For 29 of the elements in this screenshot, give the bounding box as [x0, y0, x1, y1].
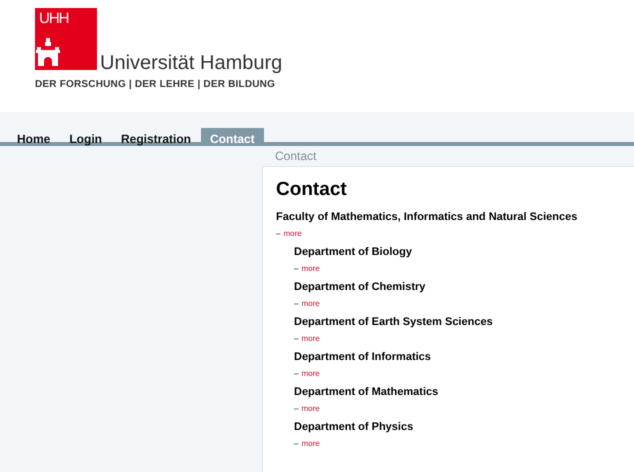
logo-text: UHH — [39, 10, 68, 27]
tagline: DER FORSCHUNG | DER LEHRE | DER BILDUNG — [35, 79, 276, 90]
castle-icon — [35, 38, 61, 66]
dash: – — [294, 404, 298, 413]
more-link[interactable]: more — [301, 334, 320, 343]
more-link[interactable]: more — [301, 439, 320, 448]
university-name: Universität Hamburg — [100, 52, 282, 75]
dash: – — [294, 369, 298, 378]
faculty-title: Faculty of Mathematics, Informatics and Natural Sciences — [276, 211, 578, 223]
department-title: Department of Physics — [294, 421, 414, 433]
more-link[interactable]: more — [283, 229, 302, 238]
breadcrumb[interactable]: Contact — [262, 146, 634, 166]
dash: – — [294, 334, 298, 343]
nav-tab[interactable]: Contact — [201, 128, 264, 142]
dash: – — [276, 229, 280, 238]
department-title: Department of Chemistry — [294, 281, 426, 293]
dash: – — [294, 439, 298, 448]
dash: – — [294, 299, 298, 308]
page-heading: Contact — [276, 179, 348, 201]
more-link[interactable]: more — [301, 404, 320, 413]
more-link[interactable]: more — [301, 264, 320, 273]
more-link[interactable]: more — [301, 299, 320, 308]
department-title: Department of Biology — [294, 246, 413, 258]
department-title: Department of Earth System Sciences — [294, 316, 494, 328]
more-link[interactable]: more — [301, 369, 320, 378]
department-title: Department of Mathematics — [294, 386, 440, 398]
department-title: Department of Informatics — [294, 351, 432, 363]
nav-tab[interactable]: Home — [8, 128, 60, 142]
dash: – — [294, 264, 298, 273]
